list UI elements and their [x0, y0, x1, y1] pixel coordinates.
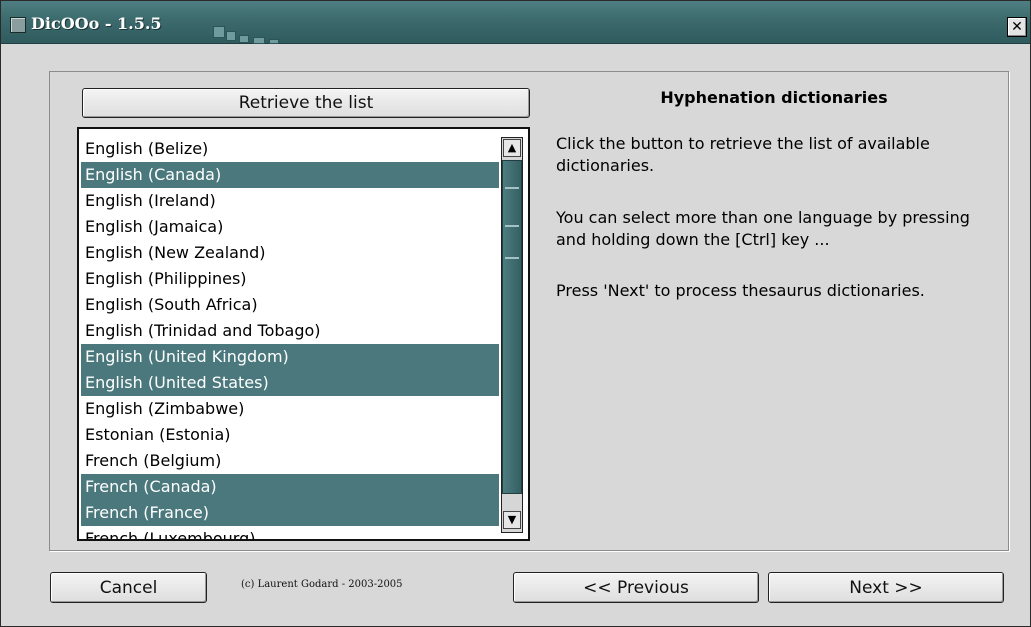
- copyright-text: (c) Laurent Godard - 2003-2005: [241, 579, 403, 590]
- title-decoration: [269, 39, 279, 44]
- window-title: DicOOo - 1.5.5: [31, 14, 162, 33]
- list-item[interactable]: English (United States): [81, 370, 499, 396]
- list-item[interactable]: French (France): [81, 500, 499, 526]
- title-decoration: [213, 26, 225, 38]
- info-text-next: Press 'Next' to process thesaurus dictio…: [556, 281, 925, 300]
- next-button[interactable]: Next >>: [768, 572, 1004, 603]
- arrow-down-icon[interactable]: ▼: [503, 511, 521, 529]
- thumb-grip: [505, 187, 519, 189]
- scrollbar-thumb[interactable]: [502, 160, 522, 494]
- info-text-retrieve: Click the button to retrieve the list of…: [556, 134, 930, 175]
- list-scrollbar[interactable]: ▲ ▼: [501, 137, 523, 533]
- title-bar[interactable]: DicOOo - 1.5.5 ✕: [1, 1, 1030, 44]
- list-item[interactable]: English (Philippines): [81, 266, 499, 292]
- title-decoration: [226, 31, 236, 41]
- list-item[interactable]: French (Canada): [81, 474, 499, 500]
- list-item[interactable]: English (Canada): [81, 162, 499, 188]
- list-item[interactable]: English (Zimbabwe): [81, 396, 499, 422]
- list-item[interactable]: French (Belgium): [81, 448, 499, 474]
- dicooo-window: DicOOo - 1.5.5 ✕ Retrieve the list Engli…: [0, 0, 1031, 627]
- close-icon[interactable]: ✕: [1007, 17, 1027, 37]
- cancel-button[interactable]: Cancel: [50, 572, 207, 603]
- dictionary-listbox[interactable]: English (Belize) English (Canada) English …: [77, 127, 530, 541]
- list-item[interactable]: English (Ireland): [81, 188, 499, 214]
- list-item[interactable]: English (New Zealand): [81, 240, 499, 266]
- retrieve-list-button[interactable]: Retrieve the list: [82, 88, 530, 118]
- list-item[interactable]: English (South Africa): [81, 292, 499, 318]
- section-heading: Hyphenation dictionaries: [660, 88, 888, 107]
- window-menu-icon[interactable]: [10, 17, 26, 33]
- info-text-multiselect: You can select more than one language by…: [556, 208, 970, 249]
- list-item[interactable]: French (Luxembourg): [81, 526, 499, 539]
- list-item[interactable]: English (Trinidad and Tobago): [81, 318, 499, 344]
- thumb-grip: [505, 257, 519, 259]
- list-items: English (Belize) English (Canada) English …: [81, 136, 499, 539]
- title-decoration: [253, 37, 265, 44]
- previous-button[interactable]: << Previous: [513, 572, 759, 603]
- list-item[interactable]: Estonian (Estonia): [81, 422, 499, 448]
- list-item[interactable]: English (Belize): [81, 136, 499, 162]
- title-decoration: [239, 35, 249, 43]
- list-item[interactable]: English (United Kingdom): [81, 344, 499, 370]
- thumb-grip: [505, 225, 519, 227]
- arrow-up-icon[interactable]: ▲: [503, 139, 521, 157]
- list-item[interactable]: English (Jamaica): [81, 214, 499, 240]
